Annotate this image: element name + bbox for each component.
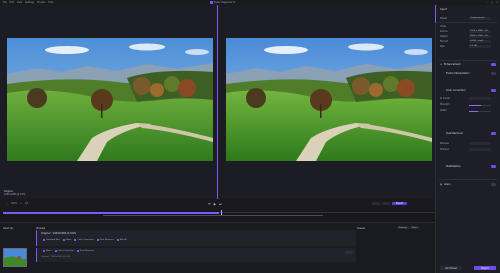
output-size-select[interactable]: 3840 x 2160 • 30 — [469, 34, 491, 38]
size-value: 1.2 GB — [469, 44, 491, 48]
menu-settings[interactable]: Settings — [25, 1, 34, 4]
view-controls: Export — [372, 201, 408, 205]
timeline[interactable] — [3, 210, 435, 216]
frame-interpolation-toggle[interactable] — [491, 72, 496, 75]
play-icon[interactable]: ▶ — [214, 202, 216, 206]
check-icon — [54, 250, 57, 252]
side-by-side-toggle[interactable] — [382, 201, 390, 205]
denoise-select[interactable] — [469, 141, 491, 145]
close-icon[interactable]: ✕ — [496, 1, 498, 4]
minimize-icon[interactable]: – — [487, 1, 488, 4]
playback-controls: ⏮ ▶ ⏭ — [208, 202, 222, 206]
clear-queue-button[interactable]: Clear — [409, 226, 419, 229]
check-icon — [76, 250, 79, 252]
thumbnail-image — [4, 249, 26, 266]
settings-sidebar: Input Preset Custom preset Video Source … — [435, 5, 500, 273]
split-view-toggle[interactable] — [372, 201, 380, 205]
menu-help[interactable]: Help — [48, 1, 53, 4]
queue-buttons: Process Clear — [397, 226, 419, 229]
grain-icon: ◍ — [440, 183, 443, 186]
section-grain[interactable]: ◍ Grain — [440, 183, 451, 186]
window-controls: – □ ✕ — [487, 1, 498, 4]
menu-edit[interactable]: Edit — [10, 1, 14, 4]
zoom-controls: − 100% + 1/1 — [6, 202, 28, 205]
preview-photo — [226, 38, 432, 161]
export-sidebar-button[interactable]: Export — [474, 266, 496, 270]
window-title: Topaz Gigapixel AI — [210, 1, 235, 4]
dust-remover-toggle[interactable] — [491, 132, 496, 135]
preview-pane: Standard Max Color Correction Dust Remov… — [218, 5, 485, 205]
zoom-out-icon[interactable]: − — [6, 202, 8, 205]
ai-model-select[interactable] — [469, 96, 491, 100]
format-select[interactable]: H.264 • mp4 — [469, 39, 491, 43]
skip-back-icon[interactable]: ⏮ — [208, 202, 211, 206]
menu-view[interactable]: View — [17, 1, 22, 4]
check-icon — [74, 239, 77, 241]
queue-title: Queue — [357, 227, 365, 230]
comparison-viewer: Original 1920x1080 @ 0.0% — [0, 5, 485, 210]
section-enhancement[interactable]: ✦ Enhancement — [440, 63, 461, 66]
sidebar-accent — [435, 5, 436, 23]
original-pane: Original 1920x1080 @ 0.0% — [0, 5, 217, 205]
app-logo-icon — [210, 1, 213, 4]
maximize-icon[interactable]: □ — [491, 1, 493, 4]
trim-range[interactable] — [103, 214, 323, 216]
check-icon — [62, 239, 65, 241]
detail-slider[interactable] — [469, 110, 491, 112]
history-tags: Noise Color Correction Dust Remover — [43, 250, 94, 252]
zoom-level[interactable]: 100% — [11, 202, 17, 205]
check-icon — [43, 239, 45, 241]
check-icon — [43, 250, 45, 252]
add-preset-button[interactable]: Add Preset — [440, 266, 462, 270]
sparkle-icon: ✦ — [440, 63, 443, 66]
history-tags: Standard Max Noise Color Correction Dust… — [43, 239, 127, 241]
original-photo — [7, 38, 213, 161]
enhancement-toggle[interactable] — [491, 63, 496, 66]
preset-select[interactable]: Custom preset — [469, 16, 491, 20]
export-button[interactable]: Export — [392, 201, 408, 205]
landscape-image-enhanced — [226, 38, 432, 161]
zoom-in-icon[interactable]: + — [20, 202, 22, 205]
input-thumbnail[interactable] — [3, 248, 27, 267]
strength-slider[interactable] — [469, 104, 491, 106]
frame-counter: 1/1 — [24, 202, 29, 205]
sidebar-footer: Add Preset Export — [440, 266, 496, 270]
history-action-button[interactable] — [345, 251, 353, 254]
section-frame-interpolation[interactable]: Frame Interpolation — [446, 72, 470, 75]
sharpen-select[interactable] — [469, 147, 491, 151]
process-queue-button[interactable]: Process — [397, 226, 409, 229]
history-list: Original · 1920x1080 @ 0.0% Standard Max… — [36, 226, 356, 272]
history-card[interactable]: Original · 1920x1080 @ 0.0% Standard Max… — [36, 230, 356, 246]
menu-file[interactable]: File — [3, 1, 7, 4]
check-icon — [96, 239, 99, 241]
source-value: 1920 x 1080 • 30 — [469, 29, 491, 33]
section-dust-remover[interactable]: Dust Remover — [446, 132, 463, 135]
section-color-correction[interactable]: Color Correction — [446, 89, 465, 92]
check-icon — [116, 239, 119, 241]
input-panel-title: Input (1) — [3, 227, 14, 230]
skip-forward-icon[interactable]: ⏭ — [219, 202, 222, 206]
sidebar-title: Input — [440, 8, 447, 11]
history-card[interactable]: Noise Color Correction Dust Remover Orig… — [36, 248, 356, 262]
grain-toggle[interactable] — [491, 183, 496, 186]
color-correction-toggle[interactable] — [491, 89, 496, 92]
section-stabilization[interactable]: Stabilization — [446, 165, 461, 168]
menu-process[interactable]: Process — [37, 1, 45, 4]
stabilization-toggle[interactable] — [491, 165, 496, 168]
landscape-image — [7, 38, 213, 161]
timeline-progress — [3, 211, 219, 214]
